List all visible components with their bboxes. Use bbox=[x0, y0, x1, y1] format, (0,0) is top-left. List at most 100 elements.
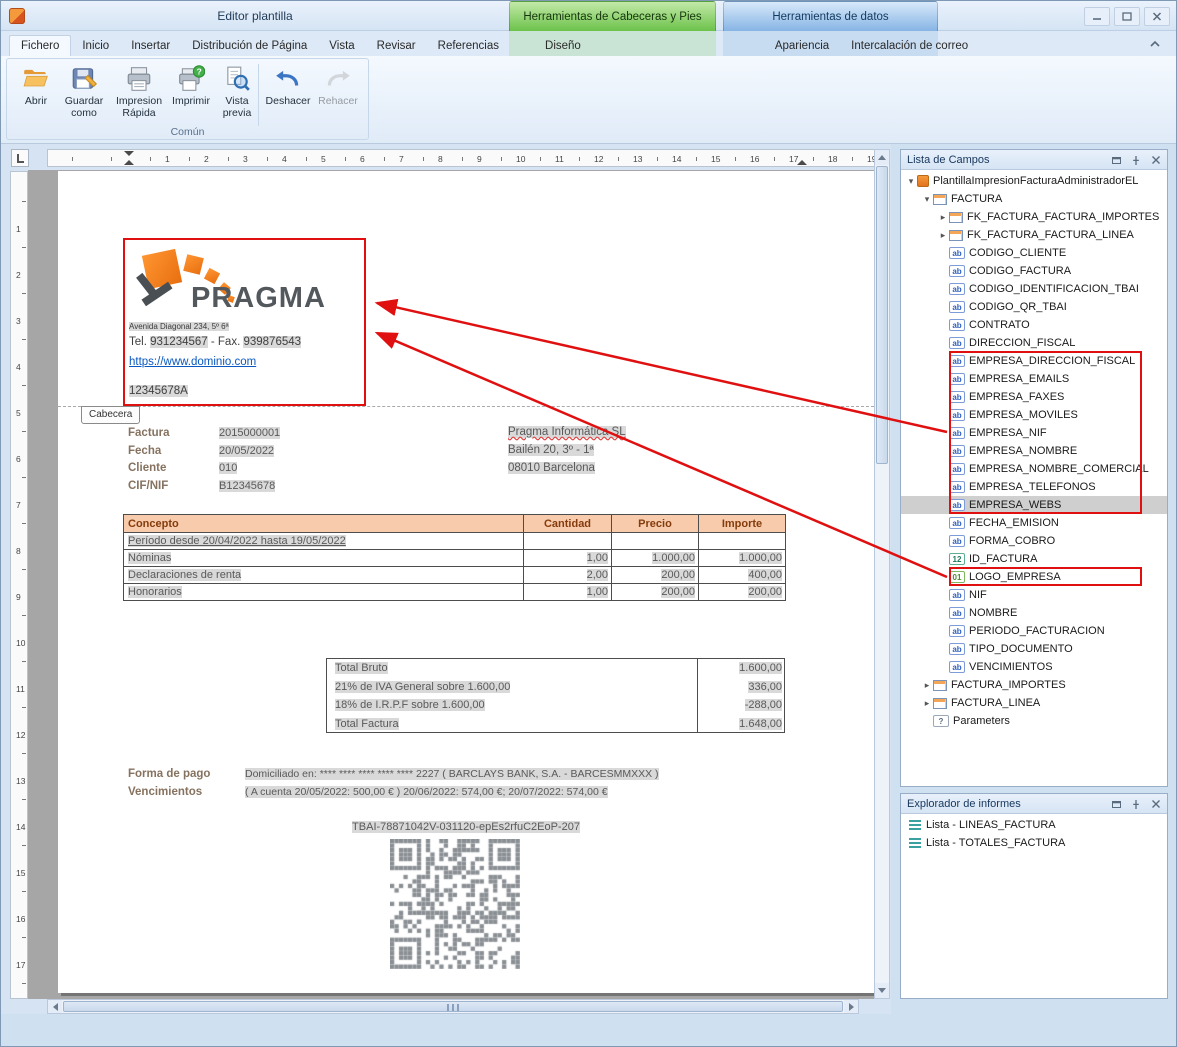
tab-revisar[interactable]: Revisar bbox=[366, 36, 427, 56]
field-item-logo-empresa[interactable]: 01LOGO_EMPRESA bbox=[901, 568, 1167, 586]
field-item-periodo-facturacion[interactable]: abPERIODO_FACTURACION bbox=[901, 622, 1167, 640]
field-item-codigo-cliente[interactable]: abCODIGO_CLIENTE bbox=[901, 244, 1167, 262]
minimize-button[interactable] bbox=[1084, 7, 1110, 26]
field-item-empresa-nombre-comercial[interactable]: abEMPRESA_NOMBRE_COMERCIAL bbox=[901, 460, 1167, 478]
field-item-forma-cobro[interactable]: abFORMA_COBRO bbox=[901, 532, 1167, 550]
tab-apariencia[interactable]: Apariencia bbox=[764, 36, 840, 56]
horizontal-ruler[interactable]: 12345678910111213141516171819 bbox=[47, 149, 875, 167]
scroll-right-button[interactable] bbox=[844, 1000, 858, 1013]
company-website-link[interactable]: https://www.dominio.com bbox=[129, 356, 256, 368]
tab-inicio[interactable]: Inicio bbox=[71, 36, 120, 56]
field-list-header[interactable]: Lista de Campos bbox=[901, 150, 1167, 170]
ruler-margin-marker-icon[interactable] bbox=[124, 151, 134, 156]
field-item-fk-factura-factura-linea[interactable]: ▸FK_FACTURA_FACTURA_LINEA bbox=[901, 226, 1167, 244]
invoice-line-row[interactable]: Honorarios1,00200,00200,00 bbox=[124, 584, 786, 601]
tab-fichero[interactable]: Fichero bbox=[9, 35, 71, 56]
field-item-empresa-nombre[interactable]: abEMPRESA_NOMBRE bbox=[901, 442, 1167, 460]
horizontal-scroll-thumb[interactable] bbox=[63, 1001, 843, 1012]
report-item-lista-totales-factura[interactable]: Lista - TOTALES_FACTURA bbox=[901, 834, 1167, 852]
invoice-totals-box[interactable]: Total Bruto1.600,0021% de IVA General so… bbox=[326, 658, 785, 733]
expander-icon[interactable]: ▾ bbox=[921, 194, 933, 205]
scroll-up-button[interactable] bbox=[875, 150, 889, 165]
amount-cell: 1.000,00 bbox=[699, 550, 786, 567]
abrir-button[interactable]: Abrir bbox=[14, 64, 58, 130]
field-item-direccion-fiscal[interactable]: abDIRECCION_FISCAL bbox=[901, 334, 1167, 352]
close-panel-button[interactable] bbox=[1149, 153, 1163, 167]
impresion-rapida-button[interactable]: Impresion Rápida bbox=[110, 64, 168, 130]
v-ruler-tick bbox=[22, 523, 26, 524]
guardar-como-button[interactable]: Guardar como bbox=[58, 64, 110, 130]
field-item-factura-linea[interactable]: ▸FACTURA_LINEA bbox=[901, 694, 1167, 712]
totals-row: 18% de I.R.P.F sobre 1.600,00-288,00 bbox=[327, 697, 784, 715]
field-item-empresa-telefonos[interactable]: abEMPRESA_TELEFONOS bbox=[901, 478, 1167, 496]
expander-icon[interactable]: ▸ bbox=[921, 698, 933, 709]
tab-insertar[interactable]: Insertar bbox=[120, 36, 181, 56]
scroll-left-button[interactable] bbox=[48, 1000, 62, 1013]
field-item-contrato[interactable]: abCONTRATO bbox=[901, 316, 1167, 334]
vertical-ruler[interactable]: 1234567891011121314151617 bbox=[10, 171, 28, 999]
text-field-icon: ab bbox=[949, 499, 965, 511]
pin-panel-button[interactable] bbox=[1129, 153, 1143, 167]
field-item-factura-importes[interactable]: ▸FACTURA_IMPORTES bbox=[901, 676, 1167, 694]
field-item-vencimientos[interactable]: abVENCIMIENTOS bbox=[901, 658, 1167, 676]
field-item-empresa-direccion-fiscal[interactable]: abEMPRESA_DIRECCION_FISCAL bbox=[901, 352, 1167, 370]
close-button[interactable] bbox=[1144, 7, 1170, 26]
tab-intercalacion-de-correo[interactable]: Intercalación de correo bbox=[840, 36, 979, 56]
field-item-codigo-factura[interactable]: abCODIGO_FACTURA bbox=[901, 262, 1167, 280]
vertical-scroll-thumb[interactable] bbox=[876, 166, 888, 464]
invoice-line-row[interactable]: Declaraciones de renta2,00200,00400,00 bbox=[124, 567, 786, 584]
document-vertical-scrollbar[interactable] bbox=[874, 149, 890, 999]
field-item-empresa-faxes[interactable]: abEMPRESA_FAXES bbox=[901, 388, 1167, 406]
field-item-empresa-moviles[interactable]: abEMPRESA_MOVILES bbox=[901, 406, 1167, 424]
report-item-lista-lineas-factura[interactable]: Lista - LINEAS_FACTURA bbox=[901, 816, 1167, 834]
deshacer-button[interactable]: Deshacer bbox=[264, 64, 312, 130]
expander-icon[interactable]: ▸ bbox=[937, 212, 949, 223]
scroll-down-button[interactable] bbox=[875, 983, 889, 998]
field-item-id-factura[interactable]: 12ID_FACTURA bbox=[901, 550, 1167, 568]
expander-icon[interactable]: ▸ bbox=[937, 230, 949, 241]
field-item-tipo-documento[interactable]: abTIPO_DOCUMENTO bbox=[901, 640, 1167, 658]
tab-vista[interactable]: Vista bbox=[318, 36, 365, 56]
tab-diseno[interactable]: Diseño bbox=[534, 36, 592, 56]
imprimir-button[interactable]: ? Imprimir bbox=[168, 64, 214, 130]
document-page[interactable]: PRAGMA Avenida Diagonal 234, 5º 6ª Tel. … bbox=[58, 171, 874, 993]
save-as-icon bbox=[70, 65, 98, 93]
field-item-empresa-emails[interactable]: abEMPRESA_EMAILS bbox=[901, 370, 1167, 388]
field-item-nif[interactable]: abNIF bbox=[901, 586, 1167, 604]
invoice-period-row[interactable]: Período desde 20/04/2022 hasta 19/05/202… bbox=[124, 533, 786, 550]
v-ruler-tick bbox=[22, 615, 26, 616]
field-item-parameters[interactable]: ?Parameters bbox=[901, 712, 1167, 730]
close-panel-button[interactable] bbox=[1149, 797, 1163, 811]
tab-referencias[interactable]: Referencias bbox=[427, 36, 510, 56]
field-item-factura[interactable]: ▾FACTURA bbox=[901, 190, 1167, 208]
field-item-fecha-emision[interactable]: abFECHA_EMISION bbox=[901, 514, 1167, 532]
maximize-button[interactable] bbox=[1114, 7, 1140, 26]
field-item-fk-factura-factura-importes[interactable]: ▸FK_FACTURA_FACTURA_IMPORTES bbox=[901, 208, 1167, 226]
window-title: Editor plantilla bbox=[1, 9, 509, 23]
field-item-plantillaimpresionfacturaadministradorel[interactable]: ▾PlantillaImpresionFacturaAdministradorE… bbox=[901, 172, 1167, 190]
document-horizontal-scrollbar[interactable] bbox=[47, 999, 859, 1014]
vista-previa-button[interactable]: Vista previa bbox=[214, 64, 260, 130]
band-tab-cabecera[interactable]: Cabecera bbox=[81, 406, 140, 424]
ruler-margin-marker-icon[interactable] bbox=[124, 160, 134, 165]
field-item-codigo-identificacion-tbai[interactable]: abCODIGO_IDENTIFICACION_TBAI bbox=[901, 280, 1167, 298]
float-panel-button[interactable] bbox=[1109, 797, 1123, 811]
float-panel-button[interactable] bbox=[1109, 153, 1123, 167]
field-item-empresa-webs[interactable]: abEMPRESA_WEBS bbox=[901, 496, 1167, 514]
rehacer-button[interactable]: Rehacer bbox=[312, 64, 364, 130]
h-ruler-number: 5 bbox=[321, 154, 326, 164]
invoice-lines-table[interactable]: ConceptoCantidadPrecioImportePeríodo des… bbox=[123, 514, 786, 601]
field-item-empresa-nif[interactable]: abEMPRESA_NIF bbox=[901, 424, 1167, 442]
pin-panel-button[interactable] bbox=[1129, 797, 1143, 811]
company-header-block[interactable]: PRAGMA Avenida Diagonal 234, 5º 6ª Tel. … bbox=[123, 238, 366, 406]
field-item-nombre[interactable]: abNOMBRE bbox=[901, 604, 1167, 622]
expander-icon[interactable]: ▾ bbox=[905, 176, 917, 187]
invoice-line-row[interactable]: Nóminas1,001.000,001.000,00 bbox=[124, 550, 786, 567]
report-explorer-header[interactable]: Explorador de informes bbox=[901, 794, 1167, 814]
ruler-margin-marker-icon[interactable] bbox=[797, 160, 807, 165]
field-item-codigo-qr-tbai[interactable]: abCODIGO_QR_TBAI bbox=[901, 298, 1167, 316]
tab-distribucion-de-pagina[interactable]: Distribución de Página bbox=[181, 36, 318, 56]
ribbon-collapse-button[interactable] bbox=[1146, 36, 1164, 51]
expander-icon[interactable]: ▸ bbox=[921, 680, 933, 691]
ruler-origin-box[interactable] bbox=[11, 149, 29, 167]
